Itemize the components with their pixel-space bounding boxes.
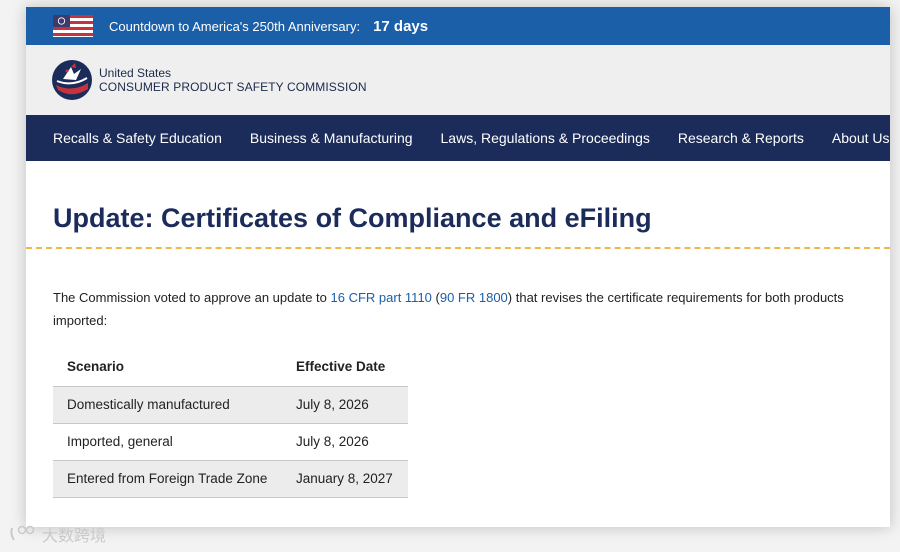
site-header: United States CONSUMER PRODUCT SAFETY CO… [26, 45, 890, 115]
cell-scenario: Entered from Foreign Trade Zone [53, 459, 282, 498]
countdown-value: 17 days [373, 17, 429, 35]
intro-text-line2: imported: [53, 313, 108, 328]
nav-item-business[interactable]: Business & Manufacturing [250, 130, 413, 146]
table-row: Entered from Foreign Trade Zone January … [53, 459, 408, 498]
intro-text-end: ) that revises the certificate requireme… [507, 290, 844, 305]
fr-link[interactable]: 90 FR 1800 [440, 290, 508, 305]
page-title: Update: Certificates of Compliance and e… [53, 203, 652, 233]
intro-paragraph: The Commission voted to approve an updat… [53, 286, 890, 332]
table-header-row: Scenario Effective Date [53, 348, 408, 386]
cfr-link[interactable]: 16 CFR part 1110 [331, 290, 432, 305]
column-header-scenario: Scenario [67, 359, 125, 375]
column-header-effective-date: Effective Date [296, 359, 386, 375]
nav-item-research[interactable]: Research & Reports [678, 130, 804, 146]
browser-page: Countdown to America's 250th Anniversary… [26, 7, 890, 527]
cell-scenario: Imported, general [53, 422, 282, 460]
main-content: Update: Certificates of Compliance and e… [26, 161, 890, 498]
watermark-logo-icon [10, 525, 35, 541]
cell-effective-date: July 8, 2026 [282, 422, 408, 460]
effective-date-table: Scenario Effective Date Domestically man… [53, 348, 408, 498]
intro-text-start: The Commission voted to approve an updat… [53, 290, 331, 305]
nav-item-about[interactable]: About Us [832, 130, 890, 146]
agency-name-line1: United States [99, 66, 172, 80]
countdown-label: Countdown to America's 250th Anniversary… [109, 18, 361, 34]
table-row: Domestically manufactured July 8, 2026 [53, 385, 408, 423]
cpsc-eagle-logo[interactable] [51, 59, 93, 101]
agency-name[interactable]: United States CONSUMER PRODUCT SAFETY CO… [99, 66, 367, 94]
us-flag-icon [53, 15, 93, 37]
cell-effective-date: July 8, 2026 [282, 385, 408, 423]
watermark: 大数跨境 [8, 522, 106, 546]
countdown-banner: Countdown to America's 250th Anniversary… [26, 7, 890, 45]
table-row: Imported, general July 8, 2026 [53, 422, 408, 460]
agency-name-line2: CONSUMER PRODUCT SAFETY COMMISSION [99, 80, 367, 94]
cell-scenario: Domestically manufactured [53, 385, 282, 423]
nav-item-recalls[interactable]: Recalls & Safety Education [53, 130, 222, 146]
watermark-text: 大数跨境 [42, 528, 107, 545]
title-divider [26, 247, 890, 249]
cell-effective-date: January 8, 2027 [282, 459, 408, 498]
main-nav: Recalls & Safety Education Business & Ma… [26, 115, 890, 161]
intro-text-paren: ( [431, 290, 440, 305]
nav-item-laws[interactable]: Laws, Regulations & Proceedings [441, 130, 650, 146]
